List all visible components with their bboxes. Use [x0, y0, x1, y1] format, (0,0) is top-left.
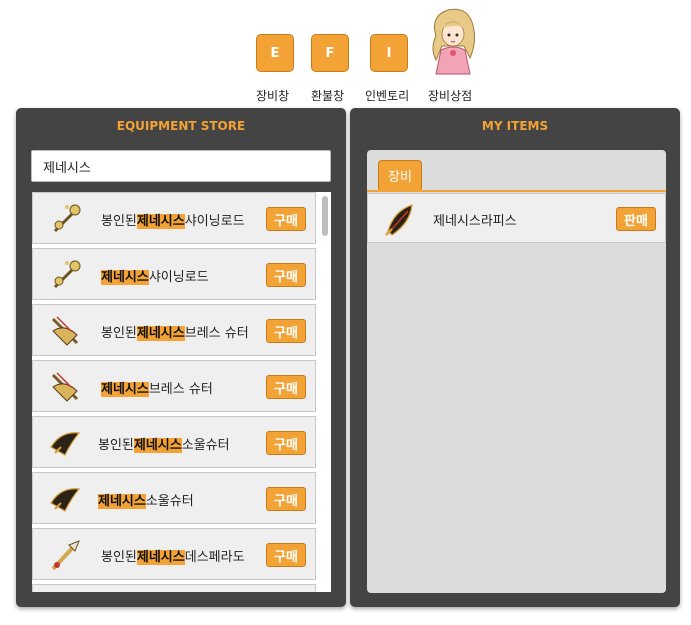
list-item: 봉인된제네시스샤이닝로드 구매 — [32, 192, 316, 244]
inventory-button[interactable]: I — [370, 34, 408, 72]
list-item: 봉인된제네시스소울슈터 구매 — [32, 416, 316, 468]
item-name: 제네시스샤이닝로드 — [101, 270, 209, 285]
item-name: 봉인된제네시스소울슈터 — [98, 438, 230, 453]
breath-shooter-icon — [47, 313, 83, 349]
refund-window-button[interactable]: F — [311, 34, 349, 72]
list-item: 봉인된제네시스데스페라도 구매 — [32, 528, 316, 580]
item-name: 제네시스브레스 슈터 — [101, 382, 213, 397]
item-name: 제네시스라피스 — [433, 214, 517, 229]
item-name: 봉인된제네시스브레스 슈터 — [101, 326, 249, 341]
tab-underline — [367, 190, 666, 192]
shop-npc-avatar[interactable] — [426, 6, 480, 76]
list-item: 제네시스라피스 판매 — [367, 193, 666, 243]
list-item: 제네시스샤이닝로드 구매 — [32, 248, 316, 300]
tab-equipment[interactable]: 장비 — [378, 160, 422, 190]
scrollbar-thumb[interactable] — [322, 196, 328, 236]
soul-shooter-icon — [47, 481, 83, 517]
item-name: 제네시스소울슈터 — [98, 494, 194, 509]
inventory-label: 인벤토리 — [365, 89, 410, 103]
refund-window-label: 환불창 — [311, 89, 345, 103]
buy-button[interactable]: 구매 — [266, 319, 306, 343]
my-items-panel: MY ITEMS 장비 제네시스라피스 판매 — [350, 108, 680, 607]
buy-button[interactable]: 구매 — [266, 375, 306, 399]
shop-npc-label: 장비상점 — [428, 89, 473, 103]
equipment-store-title: EQUIPMENT STORE — [116, 119, 246, 133]
sell-button[interactable]: 판매 — [616, 207, 656, 231]
search-input[interactable]: 제네시스 — [31, 150, 331, 182]
buy-button[interactable]: 구매 — [266, 263, 306, 287]
store-item-list: 봉인된제네시스샤이닝로드 구매 제네시스샤이닝로드 구매 봉인된제네시스브레스 … — [32, 192, 331, 592]
equipment-window-button[interactable]: E — [256, 34, 294, 72]
buy-button[interactable]: 구매 — [266, 431, 306, 455]
buy-button[interactable]: 구매 — [266, 543, 306, 567]
equipment-window-label: 장비창 — [256, 89, 290, 103]
top-toolbar: E F I 장비창 환불창 인벤토리 장비상점 — [0, 0, 691, 108]
breath-shooter-icon — [47, 369, 83, 405]
list-item: 제네시스브레스 슈터 구매 — [32, 360, 316, 412]
list-item: 봉인된제네시스브레스 슈터 구매 — [32, 304, 316, 356]
shining-rod-icon — [47, 201, 83, 237]
list-item: 제네시스소울슈터 구매 — [32, 472, 316, 524]
lapis-icon — [382, 201, 418, 237]
shining-rod-icon — [47, 257, 83, 293]
buy-button[interactable]: 구매 — [266, 487, 306, 511]
item-name: 봉인된제네시스샤이닝로드 — [101, 214, 245, 229]
scrollbar-track[interactable] — [319, 192, 331, 592]
desperado-icon — [47, 537, 83, 573]
my-items-title: MY ITEMS — [481, 119, 549, 133]
item-name: 봉인된제네시스데스페라도 — [101, 550, 245, 565]
soul-shooter-icon — [47, 425, 83, 461]
equipment-store-panel: EQUIPMENT STORE 제네시스 봉인된제네시스샤이닝로드 구매 제네시… — [16, 108, 346, 607]
list-item — [32, 584, 316, 592]
inventory-area: 장비 제네시스라피스 판매 — [367, 150, 666, 593]
buy-button[interactable]: 구매 — [266, 207, 306, 231]
